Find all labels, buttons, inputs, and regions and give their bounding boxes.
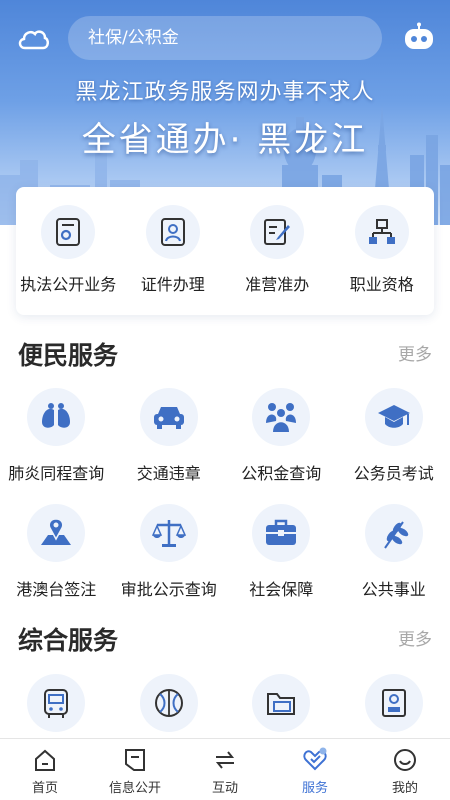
quick-services-card: 执法公开业务 证件办理 准营准办 职业资格	[16, 187, 434, 315]
service-item-label: 公积金查询	[241, 464, 322, 483]
section-title-comprehensive: 综合服务	[18, 626, 119, 655]
heart-service-icon	[303, 747, 327, 771]
robot-assistant-icon[interactable]	[402, 22, 436, 52]
service-item-label: 公务员考试	[353, 464, 434, 483]
convenience-row-2: 港澳台签注 审批公示查询 社会保障 公共事业	[0, 504, 450, 600]
service-item-covid-trip[interactable]: 肺炎同程查询	[0, 388, 113, 484]
nav-item-info[interactable]: 信息公开	[90, 739, 180, 800]
graduation-cap-icon	[364, 388, 423, 446]
service-item-civil-exam[interactable]: 公务员考试	[338, 388, 450, 484]
service-item-traffic[interactable]: 交通违章	[113, 388, 226, 484]
service-item-label: 社会保障	[249, 580, 314, 599]
quick-item-id-card[interactable]: 证件办理	[121, 187, 226, 315]
comprehensive-row-1	[0, 674, 450, 732]
nav-label: 服务	[301, 781, 328, 796]
service-item-label: 港澳台签注	[16, 580, 97, 599]
nav-item-services[interactable]: 服务	[270, 739, 360, 800]
service-item-label: 交通违章	[136, 464, 201, 483]
nav-label: 首页	[31, 781, 58, 796]
service-item-label: 公共事业	[361, 580, 426, 599]
quick-item-label: 证件办理	[140, 275, 205, 294]
basketball-icon	[139, 674, 198, 732]
lungs-icon	[27, 388, 86, 446]
comprehensive-more-link[interactable]: 更多	[398, 625, 432, 650]
exchange-icon	[215, 751, 235, 769]
scales-icon	[139, 504, 198, 562]
nav-item-profile[interactable]: 我的	[360, 739, 450, 800]
org-chart-icon	[354, 205, 409, 259]
folder-icon	[252, 674, 311, 732]
nav-item-home[interactable]: 首页	[0, 739, 90, 800]
quick-item-label: 准营准办	[245, 275, 310, 294]
service-item-files[interactable]	[225, 674, 338, 732]
nav-item-interact[interactable]: 互动	[180, 739, 270, 800]
slogan-line-2: 全省通办· 黑龙江	[81, 120, 369, 160]
convenience-row-1: 肺炎同程查询 交通违章 公积金查询 公务员考试	[0, 388, 450, 484]
people-group-icon	[252, 388, 311, 446]
service-item-certificate[interactable]	[338, 674, 450, 732]
nav-label: 信息公开	[108, 781, 161, 796]
section-title-convenience: 便民服务	[18, 341, 119, 370]
service-item-housing-fund[interactable]: 公积金查询	[225, 388, 338, 484]
service-item-social-security[interactable]: 社会保障	[225, 504, 338, 600]
info-icon	[125, 749, 145, 771]
quick-item-qualification[interactable]: 职业资格	[330, 187, 435, 315]
service-item-hk-macau-taiwan[interactable]: 港澳台签注	[0, 504, 113, 600]
license-icon	[41, 205, 96, 259]
quick-item-law-enforcement[interactable]: 执法公开业务	[16, 187, 121, 315]
bus-icon	[27, 674, 86, 732]
quick-item-label: 职业资格	[349, 275, 414, 294]
quick-item-business-permit[interactable]: 准营准办	[225, 187, 330, 315]
nav-label: 我的	[391, 781, 418, 796]
quick-item-label: 执法公开业务	[20, 275, 117, 294]
service-item-label: 肺炎同程查询	[8, 464, 105, 483]
service-item-bus[interactable]	[0, 674, 113, 732]
home-icon	[35, 749, 55, 771]
service-item-sports[interactable]	[113, 674, 226, 732]
car-icon	[139, 388, 198, 446]
certificate-icon	[364, 674, 423, 732]
toolbox-icon	[252, 504, 311, 562]
search-input[interactable]: 社保/公积金	[68, 16, 382, 60]
slogan-line-1: 黑龙江政务服务网办事不求人	[75, 80, 375, 105]
map-pin-icon	[27, 504, 86, 562]
edit-doc-icon	[250, 205, 305, 259]
service-item-approval-query[interactable]: 审批公示查询	[113, 504, 226, 600]
convenience-more-link[interactable]: 更多	[398, 340, 432, 365]
service-item-label: 审批公示查询	[120, 580, 217, 599]
bottom-nav: 首页 信息公开 互动 服务 我的	[0, 738, 450, 800]
profile-icon	[394, 749, 416, 771]
id-card-icon	[145, 205, 200, 259]
service-item-public-utility[interactable]: 公共事业	[338, 504, 450, 600]
nav-label: 互动	[211, 781, 238, 796]
wheat-icon	[364, 504, 423, 562]
cloud-icon[interactable]	[16, 24, 50, 52]
top-bar: 社保/公积金	[0, 14, 450, 64]
